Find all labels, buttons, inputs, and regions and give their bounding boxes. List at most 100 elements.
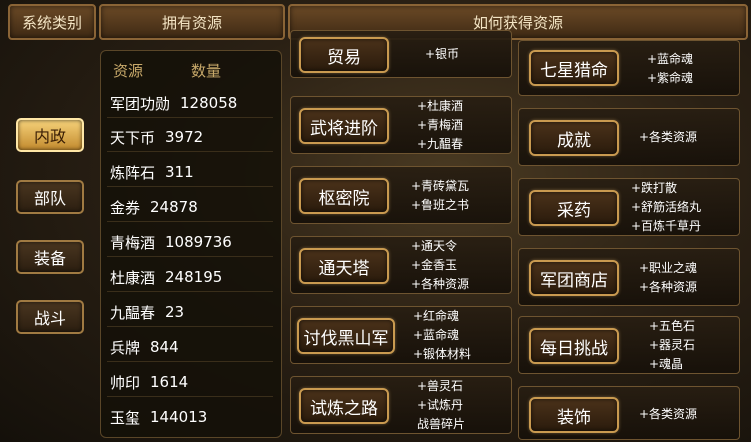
resource-row: 炼阵石 311 — [107, 158, 273, 187]
resource-value: 3972 — [165, 128, 204, 146]
source-button-label: 讨伐黑山军 — [303, 328, 389, 349]
owned-resources-panel[interactable]: 资源 数量 军团功勋 128058 天下币 3972 炼阵石 311 金券 24878 … — [100, 50, 282, 438]
source-card-achievement: 成就 +各类资源 — [518, 108, 740, 166]
resource-name: 兵牌 — [110, 338, 141, 357]
daily-challenge-button[interactable]: 每日挑战 — [529, 328, 619, 364]
reward-item: +金香玉 — [411, 258, 458, 272]
trial-road-button[interactable]: 试炼之路 — [299, 388, 389, 424]
resource-row: 九醖春 23 — [107, 298, 273, 327]
reward-item: +九醖春 — [417, 137, 464, 151]
source-rewards: +红命魂 +蓝命魂 +锻体材料 — [413, 307, 471, 364]
source-button-label: 采药 — [557, 200, 591, 221]
heishan-button[interactable]: 讨伐黑山军 — [297, 318, 395, 354]
resource-row: 杜康酒 248195 — [107, 263, 273, 292]
resource-value: 128058 — [180, 94, 238, 112]
reward-item: 战兽碎片 — [417, 417, 466, 431]
tab-zhandou[interactable]: 战斗 — [16, 300, 84, 334]
tab-label: 部队 — [33, 189, 66, 208]
resource-name: 金券 — [110, 198, 141, 217]
tab-label: 装备 — [33, 249, 66, 268]
reward-item: +青梅酒 — [417, 118, 464, 132]
category-header: 系统类别 — [8, 4, 96, 40]
source-rewards: +银币 — [425, 45, 459, 64]
source-card-herb: 采药 +跌打散 +舒筋活络丸 +百炼千草丹 — [518, 178, 740, 236]
resource-name: 帅印 — [110, 373, 141, 392]
hero-advance-button[interactable]: 武将进阶 — [299, 108, 389, 144]
source-button-label: 试炼之路 — [310, 398, 378, 419]
herb-button[interactable]: 采药 — [529, 190, 619, 226]
reward-item: +银币 — [425, 47, 460, 61]
reward-item: +蓝命魂 — [413, 328, 460, 342]
resource-name: 玉玺 — [110, 408, 141, 427]
tab-neizheng[interactable]: 内政 — [16, 118, 84, 152]
reward-item: +职业之魂 — [639, 261, 698, 275]
achievement-button[interactable]: 成就 — [529, 120, 619, 156]
owned-resources-header: 拥有资源 — [99, 4, 285, 40]
source-card-seven-stars: 七星猎命 +蓝命魂 +紫命魂 — [518, 40, 740, 96]
privy-council-button[interactable]: 枢密院 — [299, 178, 389, 214]
resource-value: 1089736 — [165, 233, 232, 251]
resource-row: 金券 24878 — [107, 193, 273, 222]
source-button-label: 军团商店 — [540, 270, 608, 291]
reward-item: +百炼千草丹 — [631, 219, 702, 233]
reward-item: +五色石 — [649, 319, 696, 333]
source-card-privy-council: 枢密院 +青砖黛瓦 +鲁班之书 — [290, 166, 512, 224]
source-card-trade: 贸易 +银币 — [290, 30, 512, 78]
reward-item: +舒筋活络丸 — [631, 200, 702, 214]
resource-name: 杜康酒 — [110, 268, 156, 287]
resource-row: 天下币 3972 — [107, 123, 273, 152]
reward-item: +魂晶 — [649, 357, 684, 371]
reward-item: +各种资源 — [639, 280, 698, 294]
source-rewards: +蓝命魂 +紫命魂 — [647, 50, 693, 88]
resource-row: 兵牌 844 — [107, 333, 273, 362]
source-button-label: 贸易 — [327, 47, 361, 68]
source-button-label: 通天塔 — [318, 258, 370, 279]
reward-item: +红命魂 — [413, 309, 460, 323]
reward-item: +兽灵石 — [417, 379, 464, 393]
source-rewards: +通天令 +金香玉 +各种资源 — [411, 237, 469, 294]
resource-value: 144013 — [150, 408, 208, 426]
resource-name: 天下币 — [110, 128, 156, 147]
source-button-label: 装饰 — [557, 407, 591, 428]
resource-name: 炼阵石 — [110, 163, 156, 182]
source-rewards: +各类资源 — [639, 405, 697, 424]
resource-row: 帅印 1614 — [107, 368, 273, 397]
source-card-daily-challenge: 每日挑战 +五色石 +器灵石 +魂晶 — [518, 316, 740, 374]
source-rewards: +杜康酒 +青梅酒 +九醖春 — [417, 97, 463, 154]
tower-button[interactable]: 通天塔 — [299, 248, 389, 284]
resource-value: 24878 — [150, 198, 198, 216]
resource-value: 1614 — [150, 373, 189, 391]
reward-item: +跌打散 — [631, 181, 678, 195]
legion-shop-button[interactable]: 军团商店 — [529, 260, 619, 296]
source-button-label: 七星猎命 — [540, 60, 608, 81]
source-card-heishan: 讨伐黑山军 +红命魂 +蓝命魂 +锻体材料 — [290, 306, 512, 364]
source-card-decoration: 装饰 +各类资源 — [518, 386, 740, 440]
source-rewards: +跌打散 +舒筋活络丸 +百炼千草丹 — [631, 179, 701, 236]
resource-name: 军团功勋 — [110, 94, 171, 113]
tab-label: 内政 — [33, 127, 66, 146]
source-button-label: 枢密院 — [318, 188, 370, 209]
column-header-count: 数量 — [191, 61, 222, 80]
column-header-name: 资源 — [113, 61, 144, 80]
decoration-button[interactable]: 装饰 — [529, 397, 619, 433]
reward-item: +器灵石 — [649, 338, 696, 352]
reward-item: +各类资源 — [639, 130, 698, 144]
source-card-hero-advance: 武将进阶 +杜康酒 +青梅酒 +九醖春 — [290, 96, 512, 154]
source-button-label: 武将进阶 — [310, 118, 378, 139]
resource-row: 青梅酒 1089736 — [107, 228, 273, 257]
seven-stars-button[interactable]: 七星猎命 — [529, 50, 619, 86]
owned-resources-header-label: 拥有资源 — [161, 13, 222, 32]
reward-item: +青砖黛瓦 — [411, 179, 470, 193]
resource-value: 248195 — [165, 268, 223, 286]
reward-item: +各类资源 — [639, 407, 698, 421]
resources-table-header: 资源 数量 — [109, 57, 274, 83]
reward-item: +各种资源 — [411, 277, 470, 291]
reward-item: +试炼丹 — [417, 398, 464, 412]
resource-value: 23 — [165, 303, 185, 321]
tab-budui[interactable]: 部队 — [16, 180, 84, 214]
resource-row: 军团功勋 128058 — [107, 89, 273, 118]
tab-zhuangbei[interactable]: 装备 — [16, 240, 84, 274]
source-rewards: +职业之魂 +各种资源 — [639, 259, 697, 297]
trade-button[interactable]: 贸易 — [299, 37, 389, 73]
reward-item: +通天令 — [411, 239, 458, 253]
